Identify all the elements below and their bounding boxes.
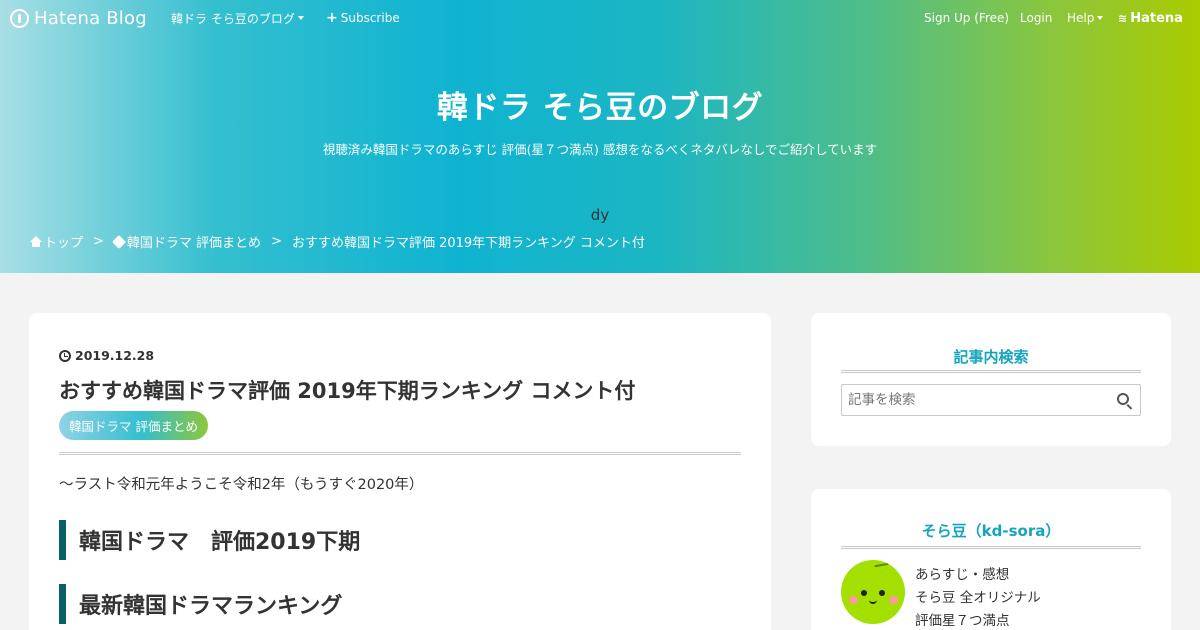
caret-down-icon: [1097, 16, 1104, 20]
avatar-cheek: [889, 596, 898, 604]
help-dropdown[interactable]: Help: [1067, 0, 1104, 36]
breadcrumb-current: おすすめ韓国ドラマ評価 2019年下期ランキング コメント付: [291, 236, 645, 251]
hatena-link[interactable]: ≋ Hatena: [1118, 0, 1183, 36]
breadcrumb-home[interactable]: トップ: [44, 232, 83, 251]
module-divider: [841, 370, 1141, 373]
signup-link[interactable]: Sign Up (Free): [924, 0, 1009, 36]
subscribe-label: Subscribe: [340, 11, 400, 25]
hatena-logo-icon: [10, 8, 29, 28]
blog-description: 視聴済み韓国ドラマのあらすじ 評価(星７つ満点) 感想をなるべくネタバレなしでご…: [322, 142, 878, 157]
clock-icon: [59, 349, 71, 362]
search-input[interactable]: [842, 385, 1112, 415]
module-divider: [841, 546, 1141, 549]
subscribe-button[interactable]: + Subscribe: [326, 0, 400, 36]
search-box: [841, 384, 1141, 416]
avatar-sprout: [874, 562, 890, 572]
entry-intro: ～ラスト令和元年ようこそ令和2年（もうすぐ2020年）: [59, 477, 424, 493]
entry-date[interactable]: 2019.12.28: [59, 348, 154, 363]
sidebar-profile-module: そら豆（kd-sora） あらすじ・感想 そら豆 全オリジナル 評価星７つ満点: [811, 489, 1171, 630]
section-heading: 韓国ドラマ 評価2019下期: [59, 520, 741, 560]
title-divider: [59, 452, 741, 455]
search-icon[interactable]: [1117, 393, 1129, 405]
entry-card: 2019.12.28 おすすめ韓国ドラマ評価 2019年下期ランキング コメント…: [29, 313, 771, 630]
hatena-topbar: Hatena Blog 韓ドラ そら豆のブログ + Subscribe Sign…: [0, 0, 1200, 36]
search-module-title: 記事内検索: [953, 348, 1029, 366]
header-extra-text: dy: [590, 206, 610, 224]
breadcrumb-separator: >: [93, 234, 104, 249]
entry-category-tag[interactable]: 韓国ドラマ 評価まとめ: [59, 411, 208, 440]
blog-header: Hatena Blog 韓ドラ そら豆のブログ + Subscribe Sign…: [0, 0, 1200, 273]
avatar-cheek: [849, 596, 858, 604]
hatena-blog-logo[interactable]: Hatena Blog: [10, 0, 147, 36]
logo-text: Hatena Blog: [34, 7, 147, 29]
avatar-eye: [879, 590, 885, 596]
home-icon: [30, 236, 42, 247]
profile-line: あらすじ・感想: [915, 567, 1010, 583]
breadcrumb-separator: >: [271, 234, 282, 249]
hatena-wave-icon: ≋: [1118, 11, 1128, 25]
section-heading: 最新韓国ドラマランキング: [59, 584, 741, 624]
sidebar-search-module: 記事内検索: [811, 313, 1171, 446]
blog-title[interactable]: 韓ドラ そら豆のブログ: [0, 82, 1200, 127]
tag-icon: [111, 234, 126, 249]
breadcrumb: トップ > 韓国ドラマ 評価まとめ > おすすめ韓国ドラマ評価 2019年下期ラ…: [30, 232, 645, 251]
plus-icon: +: [326, 10, 338, 26]
blog-menu-dropdown[interactable]: 韓ドラ そら豆のブログ: [171, 0, 304, 36]
profile-line: そら豆 全オリジナル: [915, 590, 1041, 606]
blog-menu-label: 韓ドラ そら豆のブログ: [171, 11, 295, 26]
profile-line: 評価星７つ満点: [915, 613, 1010, 629]
entry-title[interactable]: おすすめ韓国ドラマ評価 2019年下期ランキング コメント付: [59, 375, 635, 405]
avatar-mouth: [869, 600, 877, 604]
entry-date-text: 2019.12.28: [75, 348, 155, 363]
profile-title[interactable]: そら豆（kd-sora）: [841, 520, 1141, 541]
avatar[interactable]: [841, 560, 905, 624]
help-label: Help: [1067, 11, 1095, 25]
caret-down-icon: [297, 16, 304, 20]
breadcrumb-category[interactable]: 韓国ドラマ 評価まとめ: [127, 232, 261, 251]
login-link[interactable]: Login: [1020, 0, 1052, 36]
hatena-label: Hatena: [1130, 10, 1183, 26]
avatar-eye: [861, 590, 867, 596]
